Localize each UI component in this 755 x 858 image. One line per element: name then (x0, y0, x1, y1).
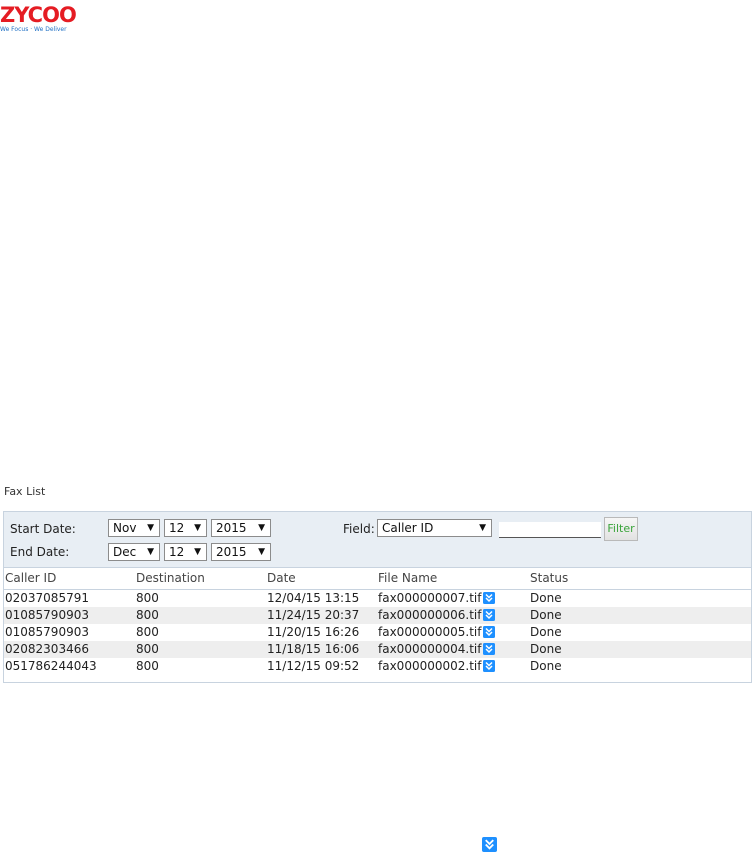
dropdown-arrow-icon: ▼ (194, 547, 201, 557)
file-name-text: fax000000007.tif (378, 591, 482, 605)
start-year-select[interactable]: 2015 ▼ (211, 519, 271, 537)
file-name-text: fax000000002.tif (378, 659, 482, 673)
end-day-select[interactable]: 12 ▼ (164, 543, 207, 561)
start-day-select[interactable]: 12 ▼ (164, 519, 207, 537)
dropdown-arrow-icon: ▼ (194, 523, 201, 533)
status-cell: Done (530, 625, 562, 639)
table-row: 02037085791 800 12/04/15 13:15 fax000000… (4, 590, 751, 607)
file-name-cell: fax000000006.tif (378, 608, 496, 622)
column-header-destination[interactable]: Destination (136, 571, 205, 585)
filter-button[interactable]: Filter (604, 517, 638, 541)
field-label: Field: (343, 522, 375, 536)
end-day-value: 12 (169, 545, 185, 559)
table-header: Caller ID Destination Date File Name Sta… (4, 568, 751, 590)
date-cell: 11/18/15 16:06 (267, 642, 360, 656)
file-name-cell: fax000000005.tif (378, 625, 496, 639)
start-date-label: Start Date: (10, 522, 76, 536)
file-name-cell: fax000000004.tif (378, 642, 496, 656)
caller-id-cell: 051786244043 (5, 659, 97, 673)
end-year-value: 2015 (216, 545, 247, 559)
date-cell: 11/12/15 09:52 (267, 659, 360, 673)
dropdown-arrow-icon: ▼ (147, 547, 154, 557)
date-cell: 12/04/15 13:15 (267, 591, 360, 605)
caller-id-cell: 02037085791 (5, 591, 89, 605)
caller-id-cell: 01085790903 (5, 625, 89, 639)
table-row: 02082303466 800 11/18/15 16:06 fax000000… (4, 641, 751, 658)
field-select[interactable]: Caller ID ▼ (377, 519, 492, 537)
column-header-date[interactable]: Date (267, 571, 296, 585)
dropdown-arrow-icon: ▼ (258, 523, 265, 533)
download-icon[interactable] (482, 837, 497, 852)
status-cell: Done (530, 591, 562, 605)
column-header-file-name[interactable]: File Name (378, 571, 437, 585)
caller-id-cell: 02082303466 (5, 642, 89, 656)
table-row: 051786244043 800 11/12/15 09:52 fax00000… (4, 658, 751, 675)
column-header-caller-id[interactable]: Caller ID (5, 571, 56, 585)
field-select-value: Caller ID (382, 521, 434, 535)
destination-cell: 800 (136, 608, 159, 622)
destination-cell: 800 (136, 659, 159, 673)
dropdown-arrow-icon: ▼ (479, 523, 486, 533)
table-row: 01085790903 800 11/24/15 20:37 fax000000… (4, 607, 751, 624)
dropdown-arrow-icon: ▼ (258, 547, 265, 557)
date-cell: 11/24/15 20:37 (267, 608, 360, 622)
file-name-text: fax000000005.tif (378, 625, 482, 639)
destination-cell: 800 (136, 591, 159, 605)
status-cell: Done (530, 659, 562, 673)
filter-search-input[interactable] (499, 522, 601, 538)
date-cell: 11/20/15 16:26 (267, 625, 360, 639)
start-month-select[interactable]: Nov ▼ (108, 519, 160, 537)
end-year-select[interactable]: 2015 ▼ (211, 543, 271, 561)
end-date-label: End Date: (10, 545, 70, 559)
file-name-cell: fax000000007.tif (378, 591, 496, 605)
status-cell: Done (530, 642, 562, 656)
end-month-value: Dec (113, 545, 137, 559)
download-icon[interactable] (483, 592, 496, 604)
start-year-value: 2015 (216, 521, 247, 535)
file-name-text: fax000000006.tif (378, 608, 482, 622)
end-month-select[interactable]: Dec ▼ (108, 543, 160, 561)
fax-list-table: Caller ID Destination Date File Name Sta… (3, 568, 752, 683)
logo-tagline: We Focus · We Deliver (0, 26, 67, 33)
destination-cell: 800 (136, 625, 159, 639)
logo-text: ZYCOO (0, 3, 76, 27)
file-name-cell: fax000000002.tif (378, 659, 496, 673)
download-icon[interactable] (483, 626, 496, 638)
start-day-value: 12 (169, 521, 185, 535)
filter-panel: Start Date: End Date: Nov ▼ 12 ▼ 2015 ▼ Dec… (3, 511, 752, 568)
download-icon[interactable] (483, 609, 496, 621)
file-name-text: fax000000004.tif (378, 642, 482, 656)
download-icon[interactable] (483, 643, 496, 655)
column-header-status[interactable]: Status (530, 571, 568, 585)
start-month-value: Nov (113, 521, 137, 535)
download-icon[interactable] (483, 660, 496, 672)
dropdown-arrow-icon: ▼ (147, 523, 154, 533)
destination-cell: 800 (136, 642, 159, 656)
status-cell: Done (530, 608, 562, 622)
caller-id-cell: 01085790903 (5, 608, 89, 622)
table-row: 01085790903 800 11/20/15 16:26 fax000000… (4, 624, 751, 641)
page-title: Fax List (4, 485, 46, 498)
zycoo-logo: ZYCOO We Focus · We Deliver (0, 0, 90, 36)
